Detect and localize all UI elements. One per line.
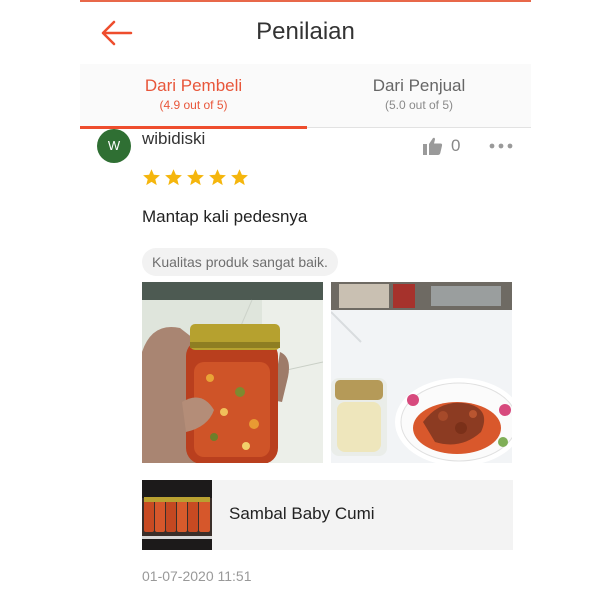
review-screen: Penilaian Dari Pembeli (4.9 out of 5) Da… — [80, 0, 531, 601]
thumbs-up-icon — [423, 137, 443, 155]
review-comment: Mantap kali pedesnya — [142, 207, 308, 226]
reviewer-username: wibidiski — [142, 129, 206, 148]
more-options-button[interactable] — [488, 137, 514, 155]
review-timestamp: 01-07-2020 11:51 — [142, 568, 252, 584]
star-icon — [231, 169, 248, 186]
tab-from-buyer-score: (4.9 out of 5) — [159, 98, 228, 112]
tab-from-seller-label: Dari Penjual — [372, 76, 466, 95]
star-icon — [165, 169, 182, 186]
more-options-icon — [489, 143, 513, 149]
product-thumbnail-image — [142, 480, 212, 550]
review-photo-1[interactable] — [142, 282, 323, 463]
rating-tabs: Dari Pembeli (4.9 out of 5) Dari Penjual… — [80, 64, 531, 129]
avatar[interactable]: W — [97, 129, 131, 163]
like-button[interactable] — [423, 137, 443, 155]
product-card[interactable]: Sambal Baby Cumi — [142, 480, 513, 550]
review-photo-2[interactable] — [331, 282, 512, 463]
product-name: Sambal Baby Cumi — [229, 504, 375, 523]
star-icon — [209, 169, 226, 186]
review-tag: Kualitas produk sangat baik. — [142, 248, 338, 276]
tab-from-seller[interactable]: Dari Penjual (5.0 out of 5) — [307, 64, 531, 128]
star-rating — [142, 168, 252, 188]
sambal-plate-photo — [331, 282, 512, 463]
tab-from-buyer[interactable]: Dari Pembeli (4.9 out of 5) — [80, 64, 307, 129]
sambal-jar-photo — [142, 282, 323, 463]
product-thumbnail — [142, 480, 212, 550]
star-icon — [187, 169, 204, 186]
header: Penilaian — [80, 2, 531, 64]
tab-from-seller-score: (5.0 out of 5) — [384, 98, 454, 112]
like-count: 0 — [451, 136, 461, 155]
star-icon — [143, 169, 160, 186]
tab-from-buyer-label: Dari Pembeli — [144, 76, 243, 95]
page-title: Penilaian — [256, 18, 355, 45]
